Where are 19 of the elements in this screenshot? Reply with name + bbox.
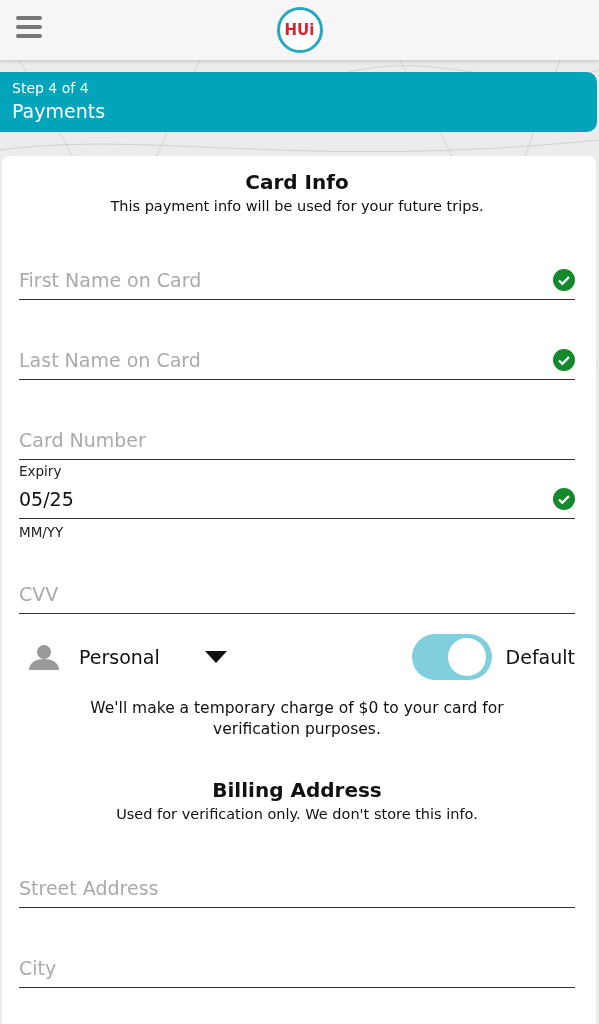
input-field[interactable]: CVV <box>19 574 575 614</box>
step-counter: Step 4 of 4 <box>12 80 90 96</box>
input-field[interactable]: Last Name on Card <box>19 340 575 380</box>
toggle-label: Default <box>505 646 575 668</box>
input-field[interactable]: First Name on Card <box>19 260 575 300</box>
card-type-dropdown[interactable]: Personal <box>29 644 227 670</box>
input-field[interactable]: City <box>19 948 575 988</box>
logo: HUi <box>276 7 323 53</box>
field-label: Expiry <box>19 463 63 479</box>
section-title: Billing Address <box>211 778 383 802</box>
field-hint: MM/YY <box>19 524 65 542</box>
section-subtitle: Used for verification only. We don't store this info. <box>115 806 479 822</box>
notice-text: We'll make a temporary charge of $0 to your card for verification purposes. <box>89 698 505 740</box>
input-field[interactable]: 05/25 <box>19 479 575 519</box>
input-field[interactable]: Card Number <box>19 420 575 460</box>
input-field[interactable]: Street Address <box>19 868 575 908</box>
section-subtitle: This payment info will be used for your future trips. <box>109 198 485 214</box>
step-title: Payments <box>12 100 107 122</box>
section-title: Card Info <box>244 170 350 194</box>
